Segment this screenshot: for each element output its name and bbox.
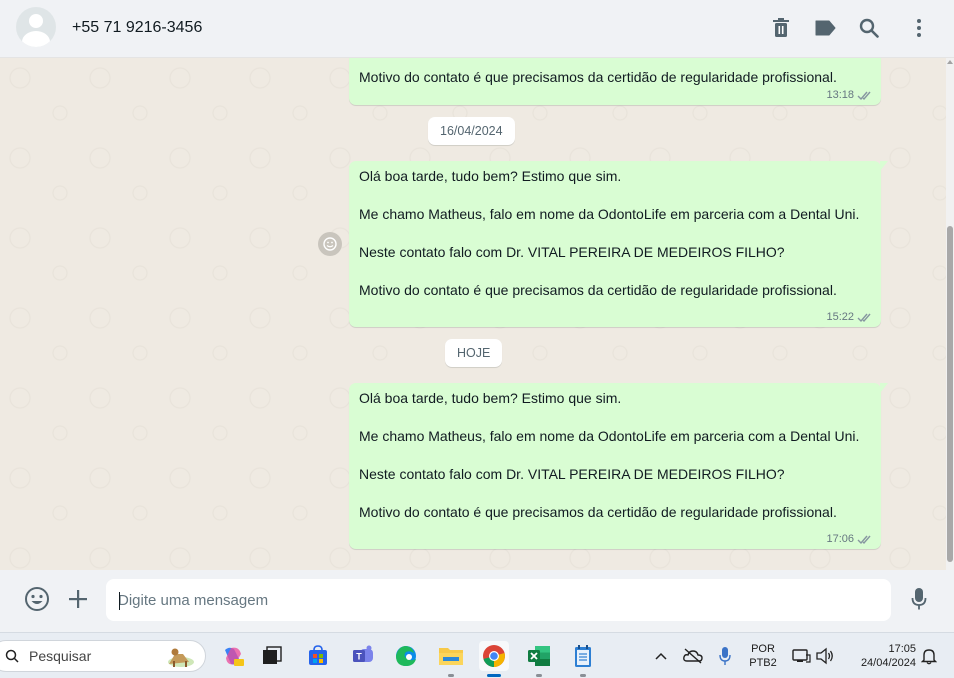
keyboard-layout: PTB2: [749, 657, 777, 669]
menu-dots-icon[interactable]: [907, 16, 931, 40]
chat-area[interactable]: Motivo do contato é que precisamos da ce…: [0, 58, 954, 570]
active-indicator: [487, 674, 501, 677]
message-text: Olá boa tarde, tudo bem? Estimo que sim.: [359, 168, 622, 184]
scroll-up-arrow[interactable]: [947, 60, 953, 64]
chrome-icon[interactable]: [479, 641, 509, 677]
search-highlight-icon: [168, 648, 194, 667]
message-bubble[interactable]: Olá boa tarde, tudo bem? Estimo que sim.…: [349, 161, 888, 327]
contact-name[interactable]: +55 71 9216-3456: [72, 19, 202, 37]
taskbar-search-label: Pesquisar: [29, 648, 92, 664]
message-text: Me chamo Matheus, falo em nome da Odonto…: [359, 206, 860, 222]
double-check-icon: [857, 313, 871, 322]
message-text: Neste contato falo com Dr. VITAL PEREIRA…: [359, 244, 785, 260]
search-icon[interactable]: [857, 16, 881, 40]
copilot-icon[interactable]: [218, 641, 248, 671]
onedrive-offline-icon[interactable]: [678, 641, 708, 671]
message-meta: 13:18: [826, 89, 873, 101]
delete-icon[interactable]: [769, 16, 793, 40]
taskbar-search[interactable]: Pesquisar: [0, 640, 206, 672]
message-meta: 15:22: [826, 311, 873, 323]
store-icon[interactable]: [303, 641, 333, 671]
message-time: 15:22: [826, 311, 854, 323]
message-time: 17:06: [826, 533, 854, 545]
language-code: POR: [751, 643, 775, 655]
edge-icon[interactable]: [391, 641, 421, 671]
message-text: Me chamo Matheus, falo em nome da Odonto…: [359, 428, 860, 444]
message-time: 13:18: [826, 89, 854, 101]
emoji-icon[interactable]: [24, 586, 50, 612]
clock-time: 17:05: [888, 643, 916, 655]
contact-avatar[interactable]: [16, 7, 56, 47]
double-check-icon: [857, 535, 871, 544]
message-text: Motivo do contato é que precisamos da ce…: [359, 504, 837, 520]
file-explorer-icon[interactable]: [436, 641, 466, 677]
microphone-icon[interactable]: [710, 641, 740, 671]
message-bubble[interactable]: Motivo do contato é que precisamos da ce…: [349, 58, 881, 105]
running-indicator: [580, 674, 586, 677]
attach-plus-icon[interactable]: [65, 586, 91, 612]
message-bubble[interactable]: Olá boa tarde, tudo bem? Estimo que sim.…: [349, 383, 888, 549]
scroll-thumb[interactable]: [947, 226, 953, 562]
notification-bell-icon[interactable]: [914, 641, 944, 671]
task-view-icon[interactable]: [257, 641, 287, 671]
message-text: Neste contato falo com Dr. VITAL PEREIRA…: [359, 466, 785, 482]
message-input[interactable]: [106, 579, 891, 621]
emoji-reaction-icon[interactable]: [318, 232, 342, 256]
running-indicator: [448, 674, 454, 677]
keyboard-language[interactable]: POR PTB2: [746, 642, 780, 670]
message-text: Motivo do contato é que precisamos da ce…: [359, 282, 837, 298]
notepad-icon[interactable]: [568, 641, 598, 677]
excel-icon[interactable]: [524, 641, 554, 677]
running-indicator: [536, 674, 542, 677]
date-separator: 16/04/2024: [428, 117, 515, 145]
message-composer: [0, 570, 954, 632]
label-icon[interactable]: [813, 16, 837, 40]
double-check-icon: [857, 91, 871, 100]
chat-header: +55 71 9216-3456: [0, 0, 954, 58]
date-separator: HOJE: [445, 339, 503, 367]
teams-icon[interactable]: T: [348, 641, 378, 671]
windows-taskbar: Pesquisar T POR PTB2 17:05 24/04/2024: [0, 632, 954, 678]
svg-text:T: T: [356, 652, 362, 662]
message-text: Motivo do contato é que precisamos da ce…: [359, 69, 837, 85]
clock[interactable]: 17:05 24/04/2024: [846, 642, 916, 670]
microphone-icon[interactable]: [906, 586, 932, 612]
message-text: Olá boa tarde, tudo bem? Estimo que sim.: [359, 390, 622, 406]
chevron-up-icon[interactable]: [646, 641, 676, 671]
chat-scrollbar[interactable]: [946, 58, 954, 570]
search-icon: [5, 649, 19, 663]
message-meta: 17:06: [826, 533, 873, 545]
text-caret: [119, 592, 120, 610]
volume-icon[interactable]: [810, 641, 840, 671]
clock-date: 24/04/2024: [860, 657, 916, 669]
